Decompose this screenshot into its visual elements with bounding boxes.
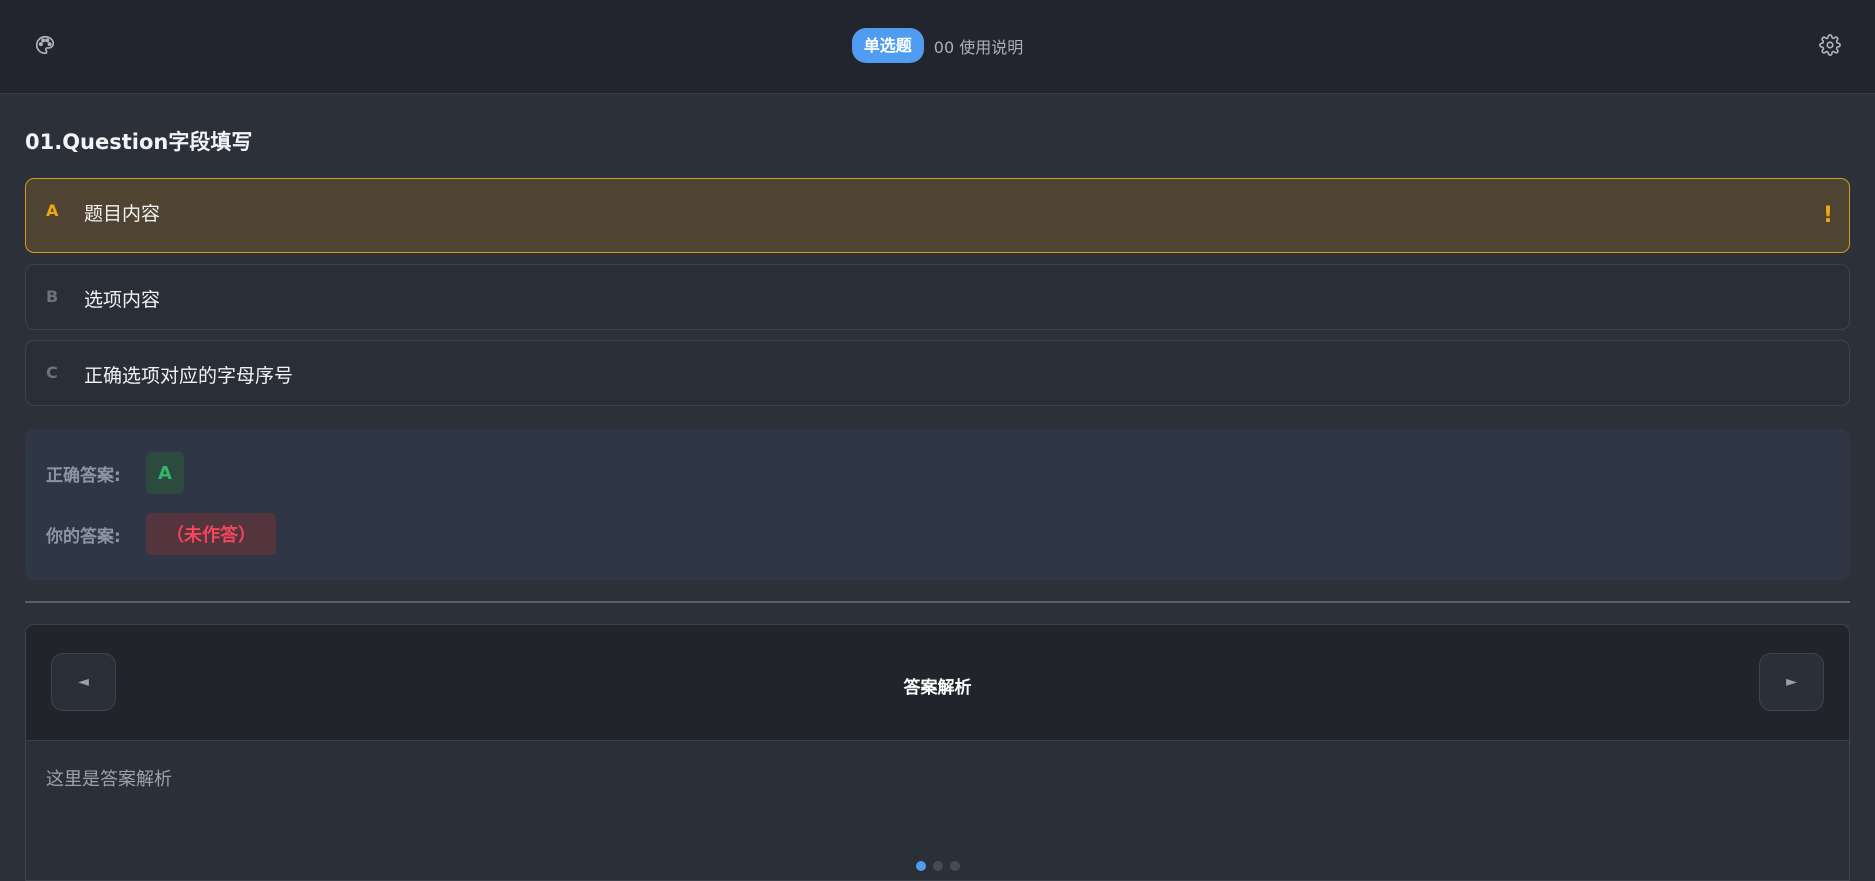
option-letter: C	[46, 363, 58, 382]
answer-panel: 正确答案: A 你的答案: （未作答）	[25, 429, 1850, 580]
option-text: 题目内容	[84, 203, 161, 225]
option-b[interactable]: B 选项内容	[25, 264, 1850, 330]
correct-answer-label: 正确答案:	[46, 465, 121, 486]
analysis-body: 这里是答案解析	[46, 769, 172, 790]
analysis-title: 答案解析	[903, 678, 972, 698]
correct-answer-chip: A	[146, 452, 184, 494]
next-button[interactable]: ►	[1759, 653, 1824, 711]
option-text: 正确选项对应的字母序号	[84, 365, 294, 387]
question-title: 01.Question字段填写	[25, 130, 253, 154]
correct-answer-row: 正确答案: A	[46, 452, 184, 494]
your-answer-label: 你的答案:	[46, 526, 121, 547]
option-c[interactable]: C 正确选项对应的字母序号	[25, 340, 1850, 406]
divider	[25, 601, 1850, 603]
page-dot[interactable]	[915, 861, 926, 871]
analysis-card: ◄ 答案解析 ► 这里是答案解析	[25, 624, 1850, 881]
top-bar: 单选题 00 使用说明	[0, 0, 1875, 94]
header-center: 单选题 00 使用说明	[0, 28, 1875, 63]
your-answer-row: 你的答案: （未作答）	[46, 513, 276, 555]
option-text: 选项内容	[84, 289, 161, 311]
option-letter: B	[46, 287, 59, 306]
page-dot[interactable]	[949, 861, 960, 871]
page-dot[interactable]	[932, 861, 943, 871]
guide-link[interactable]: 00 使用说明	[934, 34, 1023, 58]
warning-icon: !	[1822, 203, 1833, 228]
page-dots	[26, 861, 1849, 871]
analysis-header: ◄ 答案解析 ►	[26, 625, 1849, 741]
option-a[interactable]: A 题目内容 !	[25, 178, 1850, 253]
question-type-badge[interactable]: 单选题	[851, 28, 924, 63]
your-answer-chip: （未作答）	[146, 513, 276, 555]
option-letter: A	[46, 201, 59, 220]
gear-icon[interactable]	[1813, 28, 1847, 62]
